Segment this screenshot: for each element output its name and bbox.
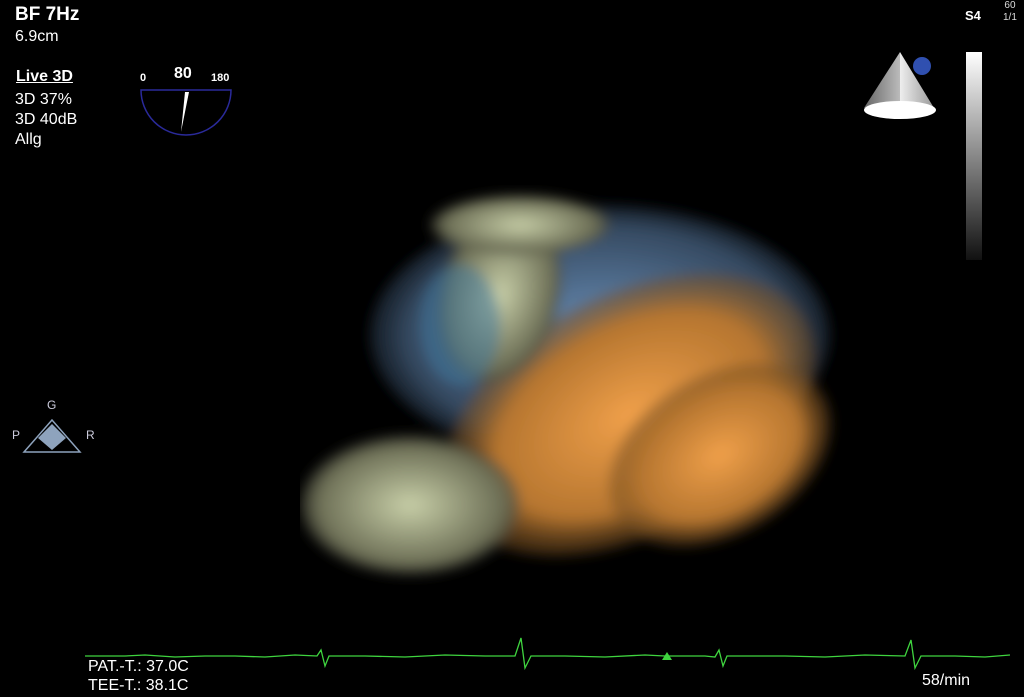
grayscale-bar — [966, 52, 982, 260]
tee-temperature: TEE-T.: 38.1C — [88, 677, 189, 694]
angle-min-label: 0 — [140, 72, 147, 84]
frequency-label: BF 7Hz — [15, 4, 80, 25]
orientation-triangle-icon — [22, 418, 82, 453]
orientation-top: G — [47, 398, 57, 412]
setting-line: 3D 40dB — [15, 111, 78, 128]
ecg-trace — [85, 637, 1010, 671]
angle-value: 80 — [174, 65, 192, 82]
angle-dial-icon — [140, 89, 232, 136]
orientation-left: P — [12, 428, 21, 442]
setting-line: 3D 37% — [15, 91, 72, 108]
3d-heart-volume-image — [300, 195, 832, 575]
frame-rate: 60 — [1004, 0, 1016, 11]
setting-line: Allg — [15, 131, 42, 148]
frame-index: 1/1 — [1003, 12, 1017, 23]
depth-label: 6.9cm — [15, 28, 59, 45]
volume-pyramid-icon — [864, 52, 936, 119]
angle-max-label: 180 — [211, 72, 230, 84]
frame-info: 60 1/1 — [1003, 0, 1017, 24]
patient-temperature: PAT.-T.: 37.0C — [88, 658, 189, 675]
mode-label: Live 3D — [16, 68, 73, 85]
orientation-right: R — [86, 428, 95, 442]
heart-rate: 58/min — [922, 672, 971, 689]
preset-label: S4 — [965, 8, 981, 23]
